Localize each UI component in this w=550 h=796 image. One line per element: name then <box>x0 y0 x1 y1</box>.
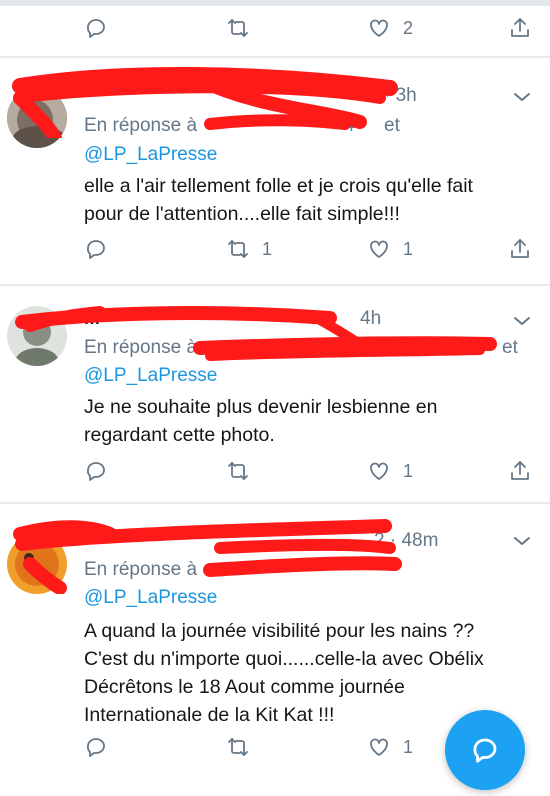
tweet-header: M 4h <box>84 308 381 330</box>
reply-button[interactable] <box>84 13 108 43</box>
tweet-actions: 2 <box>0 13 550 43</box>
chevron-down-icon <box>514 317 530 325</box>
reply-and: et <box>384 115 400 136</box>
compose-icon <box>473 738 497 763</box>
tweet-card-partial: 2 <box>0 6 550 56</box>
tweet-actions: 1 1 <box>0 234 550 264</box>
reply-user-suffix[interactable]: 4 <box>344 115 355 137</box>
tweet-card[interactable]: · 3h En réponse à 4 et @LP_LaPresse elle… <box>0 58 550 284</box>
reply-context: En réponse à 4 et <box>84 115 400 137</box>
tweet-text-line: C'est du n'importe quoi......celle-la av… <box>84 648 484 670</box>
retweet-button[interactable] <box>226 456 250 486</box>
share-button[interactable] <box>508 456 532 486</box>
tweet-text-line: Décrêtons le 18 Aout comme journée <box>84 676 405 698</box>
reply-icon <box>87 738 105 757</box>
like-count: 1 <box>403 460 414 481</box>
tweet-text-line: Je ne souhaite plus devenir lesbienne en <box>84 396 438 418</box>
redaction-scribble <box>13 519 402 594</box>
tweet-text-line: regardant cette photo. <box>84 424 275 446</box>
share-icon <box>511 239 529 258</box>
tweet-menu-button[interactable] <box>512 314 532 328</box>
tweet-menu-button[interactable] <box>512 90 532 104</box>
reply-button[interactable] <box>84 456 108 486</box>
like-count: 1 <box>403 736 414 757</box>
retweet-button[interactable] <box>226 732 250 762</box>
like-button[interactable]: 1 <box>367 234 413 264</box>
retweet-count: 1 <box>262 238 273 259</box>
share-button[interactable] <box>508 234 532 264</box>
reply-and: et <box>502 337 518 358</box>
avatar[interactable] <box>7 534 67 594</box>
tweet-time: 2 · 48m <box>374 530 439 551</box>
avatar[interactable] <box>7 306 67 366</box>
tweet-time: 4h <box>360 308 382 329</box>
reply-button[interactable] <box>84 732 108 762</box>
retweet-icon <box>228 462 248 480</box>
avatar[interactable] <box>7 88 67 148</box>
compose-tweet-button[interactable] <box>445 710 525 790</box>
reply-button[interactable] <box>84 234 108 264</box>
redaction-scribble <box>15 306 497 361</box>
like-button[interactable]: 1 <box>367 456 413 486</box>
retweet-button[interactable]: 1 <box>226 234 272 264</box>
author-name[interactable]: M <box>84 308 100 329</box>
reply-context: En réponse à et <box>84 337 518 359</box>
retweet-icon <box>228 19 248 37</box>
share-icon <box>511 461 529 480</box>
mention-link[interactable]: @LP_LaPresse <box>84 587 217 609</box>
tweet-text: elle a l'air tellement folle et je crois… <box>84 172 524 228</box>
tweet-text-line: pour de l'attention....elle fait simple!… <box>84 203 400 225</box>
redaction-scribble <box>12 66 398 138</box>
reply-icon <box>87 19 105 38</box>
tweet-text: A quand la journée visibilité pour les n… <box>84 617 524 729</box>
reply-prefix: En réponse à <box>84 115 198 136</box>
chevron-down-icon <box>514 537 530 545</box>
share-icon <box>511 18 529 37</box>
like-button[interactable]: 1 <box>367 732 413 762</box>
tweet-text-line: A quand la journée visibilité pour les n… <box>84 620 475 642</box>
tweet-time: · 3h <box>384 85 417 106</box>
like-icon <box>370 19 388 37</box>
retweet-button[interactable] <box>226 13 250 43</box>
like-button[interactable]: 2 <box>367 13 413 43</box>
like-icon <box>370 462 388 480</box>
reply-prefix: En réponse à <box>84 559 198 580</box>
tweet-actions: 1 <box>0 456 550 486</box>
retweet-icon <box>228 738 248 756</box>
reply-icon <box>87 240 105 259</box>
mention-link[interactable]: @LP_LaPresse <box>84 365 217 387</box>
like-icon <box>370 240 388 258</box>
reply-prefix: En réponse à <box>84 337 198 358</box>
tweet-card[interactable]: M 4h En réponse à et @LP_LaPresse Je ne … <box>0 286 550 502</box>
retweet-icon <box>228 240 248 258</box>
reply-icon <box>87 462 105 481</box>
chevron-down-icon <box>514 93 530 101</box>
tweet-text-line: elle a l'air tellement folle et je crois… <box>84 175 473 197</box>
reply-context: En réponse à <box>84 559 197 581</box>
tweet-text: Je ne souhaite plus devenir lesbienne en… <box>84 393 524 449</box>
share-button[interactable] <box>508 13 532 43</box>
mention-link[interactable]: @LP_LaPresse <box>84 144 217 166</box>
like-icon <box>370 738 388 756</box>
like-count: 1 <box>403 238 414 259</box>
like-count: 2 <box>403 17 414 38</box>
tweet-menu-button[interactable] <box>512 534 532 548</box>
